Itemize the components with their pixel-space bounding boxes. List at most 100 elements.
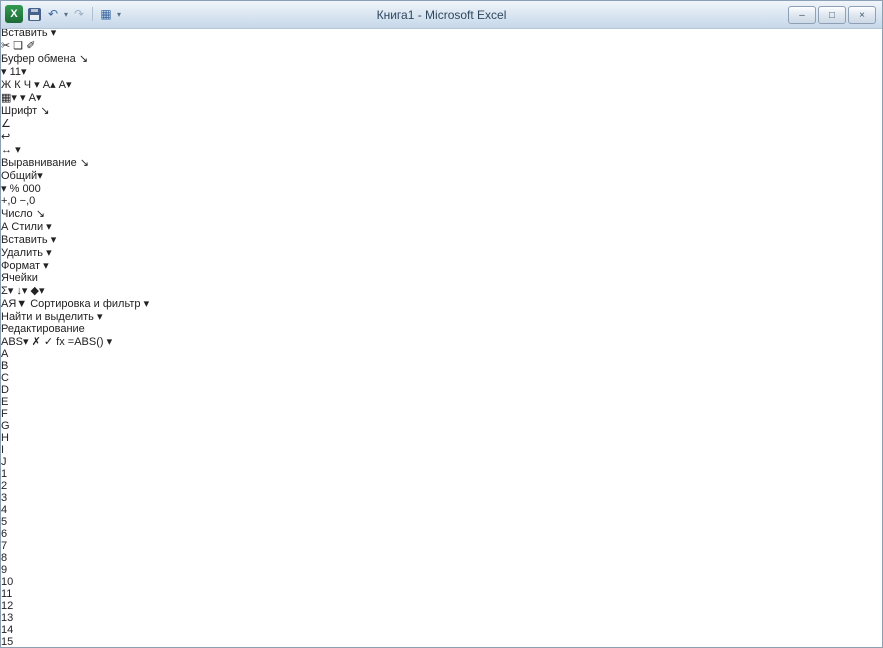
orientation-button[interactable]: ∠: [1, 118, 11, 130]
borders-icon: ▦: [1, 92, 11, 104]
format-cells-button[interactable]: Формат ▾: [1, 259, 882, 272]
font-size-select[interactable]: 11▾: [10, 66, 27, 78]
clipboard-dialog-launcher[interactable]: ↘: [79, 53, 88, 65]
row-header-1[interactable]: 1: [1, 468, 882, 480]
decrease-font-button[interactable]: А▾: [59, 79, 72, 91]
fill-color-button[interactable]: ▾: [20, 92, 26, 104]
row-header-6[interactable]: 6: [1, 528, 882, 540]
worksheet-grid[interactable]: ABCDEFGHIJ123456789101112131415161718192…: [1, 348, 882, 648]
formula-bar-expand-icon[interactable]: ▾: [107, 336, 113, 348]
chevron-down-icon: ▾: [51, 234, 57, 246]
row-header-8[interactable]: 8: [1, 552, 882, 564]
quick-access-customize-button[interactable]: ▾: [117, 10, 121, 19]
window-minimize-button[interactable]: –: [788, 6, 816, 24]
underline-dropdown-icon[interactable]: ▾: [34, 79, 40, 91]
column-header-F[interactable]: F: [1, 408, 65, 420]
column-header-I[interactable]: I: [1, 444, 65, 456]
chevron-down-icon: ▾: [20, 92, 26, 104]
row-header-15[interactable]: 15: [1, 636, 882, 648]
insert-function-button[interactable]: fx: [56, 336, 65, 348]
copy-button[interactable]: ❏: [13, 40, 23, 52]
cancel-entry-button[interactable]: ✗: [32, 336, 41, 348]
undo-dropdown-icon[interactable]: ▾: [64, 10, 68, 19]
column-header-G[interactable]: G: [1, 420, 65, 432]
column-header-D[interactable]: D: [1, 384, 65, 396]
column-header-E[interactable]: E: [1, 396, 65, 408]
merge-dropdown-icon[interactable]: ▾: [15, 144, 21, 156]
window-title: Книга1 - Microsoft Excel: [1, 1, 882, 29]
row-header-4[interactable]: 4: [1, 504, 882, 516]
merge-center-button[interactable]: ↔: [1, 144, 12, 156]
window-close-button[interactable]: ×: [848, 6, 876, 24]
column-header-J[interactable]: J: [1, 456, 65, 468]
confirm-entry-button[interactable]: ✓: [44, 336, 53, 348]
row-header-10[interactable]: 10: [1, 576, 882, 588]
row-header-9[interactable]: 9: [1, 564, 882, 576]
column-header-H[interactable]: H: [1, 432, 65, 444]
increase-font-button[interactable]: А▴: [43, 79, 56, 91]
row-header-5[interactable]: 5: [1, 516, 882, 528]
row-header-14[interactable]: 14: [1, 624, 882, 636]
number-format-select[interactable]: Общий▾: [1, 170, 43, 182]
excel-app-icon[interactable]: X: [5, 5, 23, 23]
number-dialog-launcher[interactable]: ↘: [36, 208, 45, 220]
ribbon: Вставить ▾ ✂ ❏ ✐ Буфер обмена ↘ ▾ 11▾ Ж …: [1, 26, 882, 335]
window-maximize-button[interactable]: □: [818, 6, 846, 24]
chevron-down-icon[interactable]: ▾: [23, 336, 29, 348]
row-header-13[interactable]: 13: [1, 612, 882, 624]
styles-label: Стили: [11, 221, 43, 233]
format-painter-button[interactable]: ✐: [26, 40, 35, 52]
column-header-B[interactable]: B: [1, 360, 121, 372]
delete-cells-button[interactable]: Удалить ▾: [1, 246, 882, 259]
italic-button[interactable]: К: [14, 79, 20, 91]
formula-input[interactable]: =ABS(): [68, 336, 104, 348]
insert-cells-button[interactable]: Вставить ▾: [1, 233, 882, 246]
clear-icon: ◆: [31, 285, 39, 297]
underline-button[interactable]: Ч: [24, 79, 31, 91]
row-header-11[interactable]: 11: [1, 588, 882, 600]
percent-format-button[interactable]: %: [10, 183, 20, 195]
redo-button[interactable]: ↷: [71, 5, 87, 23]
wrap-text-button[interactable]: ↩: [1, 131, 10, 143]
font-name-select[interactable]: ▾: [1, 66, 7, 78]
find-select-button[interactable]: Найти и выделить ▾: [1, 310, 882, 323]
font-dialog-launcher[interactable]: ↘: [40, 105, 49, 117]
alignment-dialog-launcher[interactable]: ↘: [80, 157, 89, 169]
clear-button[interactable]: ◆▾: [31, 285, 45, 297]
editing-mini-buttons: Σ▾ ↓▾ ◆▾: [1, 284, 882, 297]
column-header-C[interactable]: C: [1, 372, 79, 384]
editing-group: Σ▾ ↓▾ ◆▾ АЯ▼ Сортировка и фильтр ▾ Найти…: [1, 284, 882, 335]
format-cells-label: Формат: [1, 260, 40, 272]
cut-button[interactable]: ✂: [1, 40, 10, 52]
chevron-down-icon: ▾: [37, 170, 43, 182]
sigma-icon: Σ: [1, 285, 8, 297]
comma-format-button[interactable]: 000: [22, 183, 40, 195]
decrease-decimal-button[interactable]: −,0: [20, 195, 36, 207]
styles-button[interactable]: А Стили ▾: [1, 220, 882, 233]
save-button[interactable]: [26, 5, 42, 23]
cells-group: Вставить ▾ Удалить ▾ Формат ▾ Ячейки: [1, 233, 882, 284]
undo-button[interactable]: ↶: [45, 5, 61, 23]
styles-icon: А: [1, 221, 8, 233]
row-header-2[interactable]: 2: [1, 480, 882, 492]
borders-button[interactable]: ▦▾: [1, 92, 17, 104]
styles-group: А Стили ▾: [1, 220, 882, 233]
increase-decimal-button[interactable]: +,0: [1, 195, 17, 207]
row-header-12[interactable]: 12: [1, 600, 882, 612]
chevron-down-icon: ▾: [46, 221, 52, 233]
quick-access-grid-icon[interactable]: ▦: [98, 5, 114, 23]
fill-button[interactable]: ↓▾: [16, 285, 27, 297]
font-color-button[interactable]: А▾: [29, 92, 42, 104]
insert-cells-label: Вставить: [1, 234, 48, 246]
letter-a: А: [59, 79, 66, 91]
font-color-icon: А: [29, 92, 36, 104]
chevron-down-icon: ▾: [21, 66, 27, 78]
row-header-3[interactable]: 3: [1, 492, 882, 504]
currency-format-button[interactable]: ▾: [1, 183, 7, 195]
row-header-7[interactable]: 7: [1, 540, 882, 552]
sort-filter-button[interactable]: АЯ▼ Сортировка и фильтр ▾: [1, 297, 882, 310]
column-header-A[interactable]: A: [1, 348, 154, 360]
bold-button[interactable]: Ж: [1, 79, 11, 91]
autosum-button[interactable]: Σ▾: [1, 285, 13, 297]
name-box[interactable]: ABS▾: [1, 336, 29, 348]
